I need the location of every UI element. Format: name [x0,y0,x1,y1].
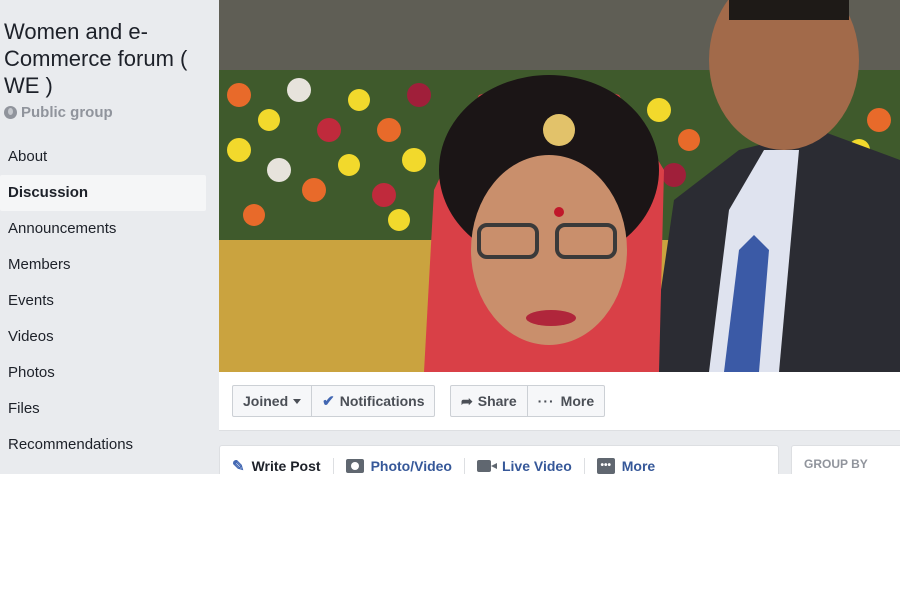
photo-video-tab[interactable]: Photo/Video [334,458,464,474]
sidebar-item-photos[interactable]: Photos [0,355,206,391]
share-button[interactable]: ➦ Share [451,386,527,416]
cover-photo-illustration [219,0,900,372]
group-sidebar: Women and e-Commerce forum ( WE ) Public… [0,0,218,474]
live-video-label: Live Video [501,458,572,474]
sidebar-item-recommendations[interactable]: Recommendations [0,427,206,463]
sidebar-nav: About Discussion Announcements Members E… [0,139,206,474]
joined-button[interactable]: Joined [233,386,311,416]
group-title[interactable]: Women and e-Commerce forum ( WE ) [4,18,209,99]
caret-down-icon [293,398,302,404]
write-post-label: Write Post [251,458,321,474]
composer-more-label: More [621,458,656,474]
write-post-tab[interactable]: ✎ Write Post [232,457,333,474]
camera-icon [345,459,364,473]
share-arrow-icon: ➦ [461,392,473,409]
facebook-group-page: Women and e-Commerce forum ( WE ) Public… [0,0,900,474]
group-by-panel: GROUP BY [791,445,900,474]
notifications-label: Notifications [339,393,425,409]
composer-tabs: ✎ Write Post Photo/Video Live Video ••• … [220,446,778,474]
cover-photo[interactable] [219,0,900,372]
sidebar-item-announcements[interactable]: Announcements [0,211,206,247]
notifications-button[interactable]: ✔ Notifications [311,386,434,416]
privacy-label: Public group [4,104,113,121]
live-video-tab[interactable]: Live Video [465,458,584,474]
ellipsis-icon: ··· [537,393,555,409]
more-label: More [560,393,595,409]
sidebar-item-videos[interactable]: Videos [0,319,206,355]
pencil-icon: ✎ [232,458,245,474]
group-action-bar: Joined ✔ Notifications ➦ Share ··· More [219,372,900,431]
group-by-heading: GROUP BY [804,457,868,471]
checkmark-icon: ✔ [322,393,335,410]
sidebar-item-files[interactable]: Files [0,391,206,427]
share-label: Share [477,393,517,409]
sidebar-item-events[interactable]: Events [0,283,206,319]
more-button[interactable]: ··· More [526,386,604,416]
photo-video-label: Photo/Video [370,458,452,474]
sidebar-item-discussion[interactable]: Discussion [0,175,206,211]
video-camera-icon [476,460,491,472]
privacy-text: Public group [21,104,113,121]
globe-icon [4,106,17,119]
membership-button-group: Joined ✔ Notifications [232,385,436,417]
more-dots-icon: ••• [596,458,615,474]
sidebar-item-watch-party[interactable]: Watch Party [0,463,206,474]
joined-label: Joined [243,393,289,409]
post-composer: ✎ Write Post Photo/Video Live Video ••• … [219,445,779,474]
sidebar-item-members[interactable]: Members [0,247,206,283]
share-button-group: ➦ Share ··· More [450,385,606,417]
sidebar-item-about[interactable]: About [0,139,206,175]
composer-more-tab[interactable]: ••• More [585,458,667,474]
